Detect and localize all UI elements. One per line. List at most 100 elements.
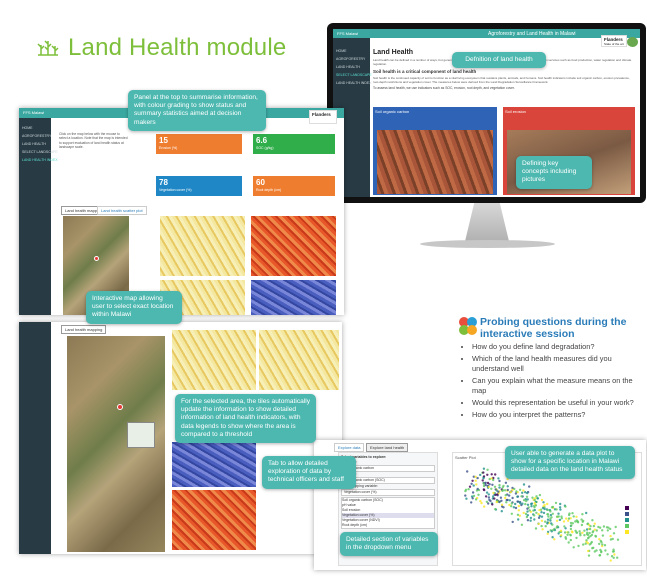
scatter-point: [581, 513, 584, 516]
scatter-point: [600, 551, 603, 554]
scatter-point: [521, 491, 524, 494]
scatter-point: [554, 501, 558, 505]
sidebar-item-agroforestry[interactable]: AGROFORESTRY: [19, 132, 51, 140]
scatter-point: [486, 473, 489, 476]
sidebar-item-agroforestry[interactable]: AGROFORESTRY: [333, 55, 370, 63]
tab-explore-land-health[interactable]: Explore land health: [366, 443, 409, 452]
scatter-point: [552, 528, 555, 532]
scatter-point: [567, 531, 570, 534]
scatter-point: [524, 502, 527, 506]
scatter-point: [593, 550, 596, 553]
scatter-point: [537, 522, 540, 526]
scatter-point: [605, 526, 609, 529]
map-tile-erosion: [259, 330, 339, 390]
scatter-point: [485, 500, 489, 503]
monitor-base: [420, 240, 555, 248]
scatter-point: [526, 510, 529, 513]
scatter-point: [504, 494, 507, 497]
scatter-point: [486, 481, 490, 485]
scatter-point: [491, 483, 494, 486]
sidebar-item-land-health-index[interactable]: LAND HEALTH INDEX: [333, 79, 372, 87]
scatter-point: [530, 502, 533, 506]
scatter-point: [592, 524, 596, 528]
scatter-point: [493, 485, 497, 488]
location-marker[interactable]: [117, 404, 123, 410]
scatter-point: [494, 488, 497, 491]
scatter-point: [560, 534, 563, 537]
scatter-point: [479, 473, 482, 477]
soc-picture: [377, 130, 493, 194]
scatter-point: [533, 508, 536, 512]
sidebar-item-home[interactable]: HOME: [19, 124, 51, 132]
scatter-point: [546, 513, 549, 516]
scatter-point: [529, 519, 532, 522]
scatter-point: [609, 527, 612, 531]
scatter-point: [518, 488, 522, 491]
scatter-point: [569, 538, 572, 542]
scatter-point: [494, 507, 497, 511]
sidebar-item-land-health-index[interactable]: LAND HEALTH INDEX: [19, 156, 58, 164]
map-tile-root-depth: [172, 490, 256, 550]
stat-value: 15: [159, 136, 168, 145]
scatter-point: [585, 539, 588, 542]
scatter-point: [497, 490, 500, 493]
concept-card-erosion-title: Soil erosion: [505, 109, 526, 114]
color-variable-dropdown[interactable]: Vegetation cover (%): [341, 489, 435, 496]
scatter-point: [578, 530, 581, 533]
location-marker[interactable]: [94, 256, 99, 261]
scatter-point: [586, 531, 589, 534]
scatter-point: [601, 543, 604, 546]
scatter-point: [467, 488, 470, 491]
scatter-point: [511, 488, 514, 492]
scatter-point: [555, 519, 559, 522]
tab-land-health-scatter[interactable]: Land health scatter plot: [97, 206, 147, 215]
scatter-point: [587, 536, 590, 539]
scatter-point: [594, 534, 597, 538]
scatter-point: [487, 496, 491, 499]
scatter-point: [584, 542, 587, 545]
stat-card-root-depth: 60 Root depth (cm): [253, 176, 335, 196]
map-tile-root-depth: [251, 280, 336, 315]
scatter-point: [472, 484, 475, 487]
scatter-point: [522, 483, 526, 486]
scatter-point: [488, 498, 491, 502]
scatter-point: [546, 508, 549, 512]
map-tile-soc: [160, 216, 245, 276]
scatter-point: [599, 539, 602, 543]
scatter-point: [526, 498, 529, 501]
tab-explore-data[interactable]: Explore data: [334, 443, 365, 452]
scatter-point: [533, 498, 536, 502]
map-tile-soc: [172, 330, 256, 390]
scatter-point: [503, 489, 507, 492]
scatter-point: [586, 533, 590, 537]
stat-label: SOC (g/kg): [256, 146, 274, 150]
concept-card-soc: Soil organic carbon: [373, 107, 497, 195]
scatter-point: [616, 556, 619, 559]
scatter-point: [487, 493, 490, 496]
scatter-point: [602, 525, 606, 528]
scatter-point: [569, 527, 573, 531]
scatter-point: [549, 513, 553, 517]
scatter-point: [540, 524, 543, 528]
stat-card-vegetation: 78 Vegetation cover (%): [156, 176, 242, 196]
sidebar-item-select-landscape[interactable]: SELECT LANDSCAPE: [333, 71, 372, 79]
scatter-point: [506, 485, 509, 488]
map-tile-vegetation: [172, 442, 256, 487]
sidebar-item-land-health[interactable]: LAND HEALTH: [333, 63, 370, 71]
scatter-point: [497, 477, 500, 480]
tab-land-health-mapping[interactable]: Land health mapping: [61, 325, 107, 334]
scatter-point: [481, 479, 484, 482]
sidebar-item-select-landscape[interactable]: SELECT LANDSCAPE: [19, 148, 58, 156]
scatter-point: [559, 529, 563, 532]
scatter-point: [546, 518, 550, 521]
scatter-point: [482, 482, 485, 485]
color-legend: [625, 506, 629, 534]
sidebar-item-home[interactable]: HOME: [333, 47, 370, 55]
sidebar-item-land-health[interactable]: LAND HEALTH: [19, 140, 51, 148]
scatter-point: [570, 524, 573, 527]
dropdown-option[interactable]: Root depth (cm): [342, 523, 434, 528]
scatter-point: [474, 498, 478, 501]
scatter-point: [526, 491, 529, 495]
scatter-point: [538, 493, 542, 497]
land-health-icon: [37, 40, 59, 56]
